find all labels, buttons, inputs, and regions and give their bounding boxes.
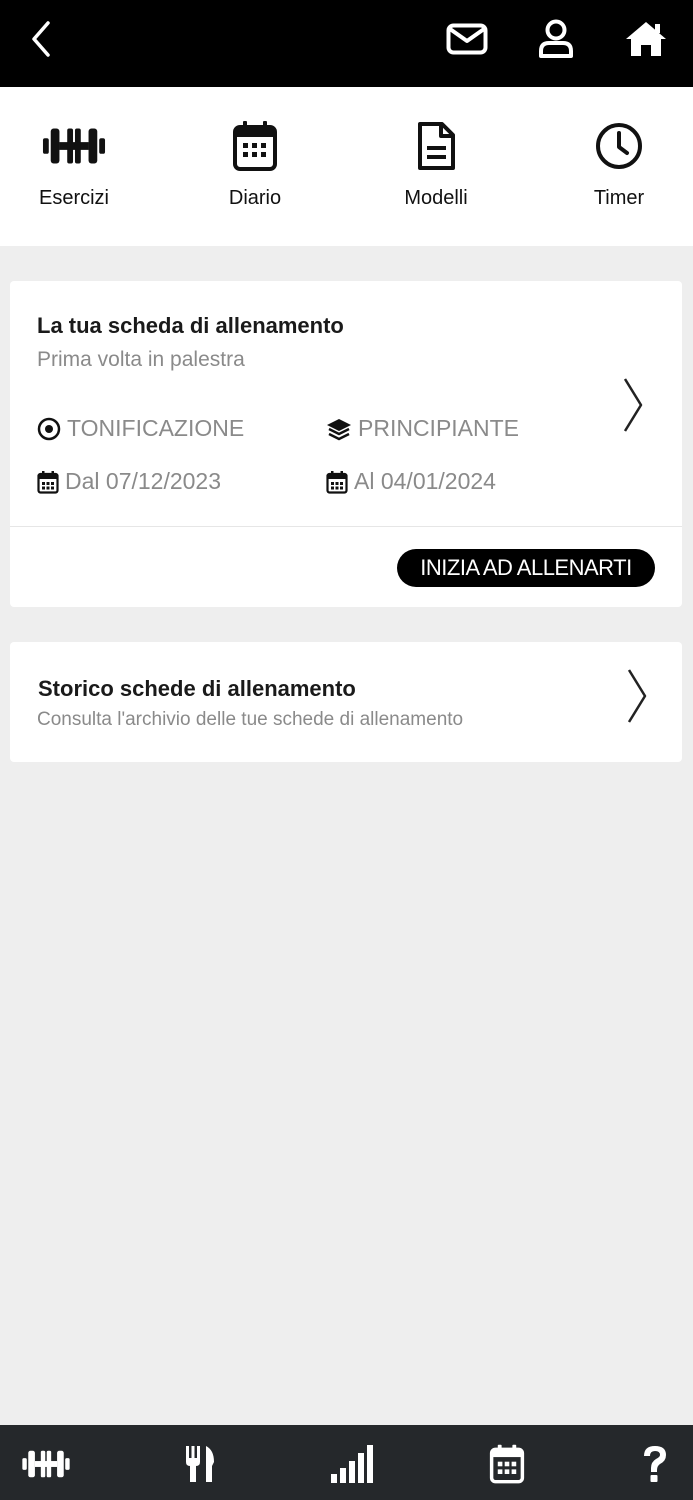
- workout-history-title: Storico schede di allenamento: [38, 676, 356, 701]
- workout-plan-subtitle: Prima volta in palestra: [37, 348, 245, 371]
- workout-end-date: Al 04/01/2024: [326, 468, 496, 495]
- messages-button[interactable]: [442, 14, 492, 64]
- target-icon: [37, 417, 61, 440]
- quicknav-item-esercizi[interactable]: Esercizi: [4, 117, 144, 237]
- bottom-nav-workout[interactable]: [16, 1442, 76, 1486]
- workout-plan-title: La tua scheda di allenamento: [37, 313, 344, 338]
- workout-level: PRINCIPIANTE: [326, 415, 519, 442]
- envelope-icon: [446, 23, 488, 55]
- calendar-icon: [223, 117, 287, 175]
- signal-bars-icon: [331, 1445, 373, 1483]
- user-icon: [539, 19, 573, 58]
- quicknav-label: Esercizi: [38, 187, 109, 209]
- chevron-right-icon: [623, 378, 643, 432]
- workout-plan-card[interactable]: La tua scheda di allenamento Prima volta…: [10, 281, 682, 607]
- quicknav-label: Timer: [593, 187, 645, 209]
- question-icon: [644, 1446, 666, 1482]
- bottom-nav-help[interactable]: [625, 1442, 685, 1486]
- start-workout-button[interactable]: INIZIA AD ALLENARTI: [397, 549, 655, 587]
- workout-start-date-label: Dal 07/12/2023: [65, 468, 222, 494]
- top-app-bar: [0, 0, 693, 87]
- workout-goal: TONIFICAZIONE: [37, 415, 244, 442]
- layers-icon: [327, 418, 351, 440]
- quicknav-label: Modelli: [404, 187, 468, 209]
- home-icon: [626, 22, 666, 56]
- calendar-icon: [37, 470, 59, 494]
- card-divider: [10, 526, 682, 527]
- chevron-right-icon: [627, 669, 647, 723]
- dumbbell-icon: [42, 117, 106, 175]
- quicknav-item-diario[interactable]: Diario: [185, 117, 325, 237]
- workout-history-subtitle: Consulta l'archivio delle tue schede di …: [37, 709, 464, 730]
- workout-start-date: Dal 07/12/2023: [37, 468, 221, 495]
- quicknav-item-modelli[interactable]: Modelli: [366, 117, 506, 237]
- cutlery-icon: [186, 1446, 214, 1482]
- back-button[interactable]: [16, 14, 66, 64]
- document-icon: [404, 117, 468, 175]
- dumbbell-icon: [22, 1450, 70, 1478]
- profile-button[interactable]: [531, 14, 581, 64]
- chevron-left-icon: [32, 21, 50, 57]
- quicknav-label: Diario: [228, 187, 282, 209]
- workout-end-date-label: Al 04/01/2024: [354, 468, 496, 494]
- workout-history-card[interactable]: Storico schede di allenamento Consulta l…: [10, 642, 682, 762]
- workout-goal-label: TONIFICAZIONE: [67, 415, 245, 441]
- clock-icon: [587, 117, 651, 175]
- calendar-icon: [489, 1444, 525, 1484]
- bottom-nav-nutrition[interactable]: [170, 1442, 230, 1486]
- home-button[interactable]: [621, 14, 671, 64]
- bottom-nav-calendar[interactable]: [477, 1442, 537, 1486]
- workout-level-label: PRINCIPIANTE: [358, 415, 520, 441]
- quick-nav: Esercizi Diario Modelli Timer: [0, 87, 693, 246]
- quicknav-item-timer[interactable]: Timer: [549, 117, 689, 237]
- bottom-nav-stats[interactable]: [323, 1442, 383, 1486]
- bottom-nav: [0, 1425, 693, 1500]
- calendar-icon: [326, 470, 348, 494]
